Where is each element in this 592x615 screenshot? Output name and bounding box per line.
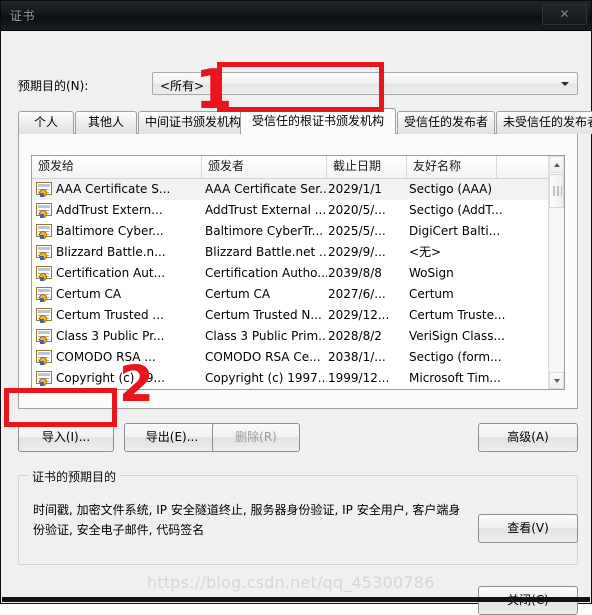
cell-expiry: 2028/8/2 bbox=[328, 329, 382, 343]
certificate-list-body: AAA Certificate S... AAA Certificate Ser… bbox=[32, 179, 549, 389]
cell-issued-by: COMODO RSA Ce... bbox=[205, 350, 321, 364]
tab-untrusted-publishers[interactable]: 未受信任的发布者 bbox=[496, 111, 592, 134]
certificate-icon bbox=[36, 350, 52, 365]
cell-issued-to: Certum Trusted ... bbox=[56, 308, 164, 322]
cell-expiry: 2029/1/1 bbox=[328, 182, 382, 196]
cell-expiry: 1999/12... bbox=[328, 371, 390, 385]
column-header-friendly-name[interactable]: 友好名称 bbox=[407, 156, 497, 178]
cell-issued-to: Certification Aut... bbox=[56, 266, 166, 280]
cell-friendly-name: <无> bbox=[409, 245, 442, 259]
vertical-scrollbar[interactable] bbox=[548, 156, 564, 389]
cell-issued-to: Certum CA bbox=[56, 287, 122, 301]
cell-expiry: 2029/9/... bbox=[328, 245, 386, 259]
remove-button: 删除(R) bbox=[212, 423, 300, 452]
cell-issued-by: AAA Certificate Ser... bbox=[205, 182, 327, 196]
tab-other-people[interactable]: 其他人 bbox=[75, 111, 137, 134]
cell-friendly-name: Sectigo (AddT... bbox=[409, 203, 503, 217]
table-row[interactable]: Certification Aut... Certification Autho… bbox=[32, 263, 549, 284]
import-button[interactable]: 导入(I)... bbox=[18, 423, 114, 452]
cell-friendly-name: Sectigo (form... bbox=[409, 350, 502, 364]
certificate-icon bbox=[36, 329, 52, 344]
cell-expiry: 2020/5/... bbox=[328, 203, 386, 217]
view-button[interactable]: 查看(V) bbox=[478, 514, 578, 543]
cell-issued-by: Class 3 Public Prim... bbox=[205, 329, 327, 343]
tab-strip: 个人 其他人 中间证书颁发机构 受信任的根证书颁发机构 受信任的发布者 未受信任… bbox=[18, 108, 592, 134]
intended-purpose-label: 预期目的(N): bbox=[18, 79, 89, 93]
tab-trusted-publishers[interactable]: 受信任的发布者 bbox=[397, 111, 495, 134]
cell-issued-by: Blizzard Battle.net ... bbox=[205, 245, 327, 259]
tab-personal[interactable]: 个人 bbox=[18, 111, 74, 134]
cell-expiry: 2038/1/... bbox=[328, 350, 386, 364]
certificate-icon bbox=[36, 287, 52, 302]
table-row[interactable]: AAA Certificate S... AAA Certificate Ser… bbox=[32, 179, 549, 200]
cell-issued-by: AddTrust External ... bbox=[205, 203, 327, 217]
table-row[interactable]: Certum Trusted ... Certum Trusted N... 2… bbox=[32, 305, 549, 326]
cell-friendly-name: Sectigo (AAA) bbox=[409, 182, 493, 196]
table-row[interactable]: Certum CA Certum CA 2027/6/... Certum bbox=[32, 284, 549, 305]
tab-trusted-root-ca[interactable]: 受信任的根证书颁发机构 bbox=[240, 108, 396, 134]
scrollbar-thumb[interactable] bbox=[549, 174, 564, 208]
scroll-up-arrow-icon[interactable] bbox=[549, 156, 564, 173]
table-row[interactable]: Copyright (c) 19... Copyright (c) 1997..… bbox=[32, 368, 549, 389]
cell-issued-to: Class 3 Public Pr... bbox=[56, 329, 165, 343]
intended-purpose-value: <所有> bbox=[160, 79, 205, 93]
certificate-icon bbox=[36, 203, 52, 218]
table-row[interactable]: COMODO RSA ... COMODO RSA Ce... 2038/1/.… bbox=[32, 347, 549, 368]
intended-purpose-select[interactable]: <所有> bbox=[152, 72, 578, 95]
cell-issued-by: Baltimore CyberTr... bbox=[205, 224, 324, 238]
certificate-list[interactable]: 颁发给 颁发者 截止日期 友好名称 AAA Certificate S... A… bbox=[31, 155, 565, 390]
cell-friendly-name: VeriSign Class... bbox=[409, 329, 505, 343]
cell-issued-to: Blizzard Battle.n... bbox=[56, 245, 166, 259]
tab-intermediate-ca[interactable]: 中间证书颁发机构 bbox=[138, 111, 248, 134]
table-row[interactable]: Baltimore Cyber... Baltimore CyberTr... … bbox=[32, 221, 549, 242]
cell-issued-to: AddTrust Extern... bbox=[56, 203, 163, 217]
cell-friendly-name: Certum Truste... bbox=[409, 308, 506, 322]
table-row[interactable]: Class 3 Public Pr... Class 3 Public Prim… bbox=[32, 326, 549, 347]
scrollbar-thumb-grip bbox=[553, 186, 562, 196]
certificate-icon bbox=[36, 224, 52, 239]
column-header-expiry-date[interactable]: 截止日期 bbox=[327, 156, 407, 178]
cell-friendly-name: Microsoft Tim... bbox=[409, 371, 501, 385]
cell-issued-to: COMODO RSA ... bbox=[56, 350, 156, 364]
advanced-button[interactable]: 高级(A) bbox=[478, 423, 578, 452]
certificate-icon bbox=[36, 182, 52, 197]
chevron-down-icon bbox=[561, 82, 569, 86]
cell-issued-to: Baltimore Cyber... bbox=[56, 224, 164, 238]
certificates-dialog: 证书 ✕ 预期目的(N): <所有> 个人 其他人 中间证书颁发机构 受信任的根… bbox=[0, 0, 592, 615]
certificate-list-header: 颁发给 颁发者 截止日期 友好名称 bbox=[32, 156, 564, 179]
cell-expiry: 2039/8/8 bbox=[328, 266, 382, 280]
scroll-down-arrow-icon[interactable] bbox=[549, 372, 564, 389]
intended-purposes-group-title: 证书的预期目的 bbox=[28, 468, 121, 485]
title-bar: 证书 ✕ bbox=[1, 1, 591, 31]
column-header-spacer bbox=[497, 156, 549, 178]
table-row[interactable]: AddTrust Extern... AddTrust External ...… bbox=[32, 200, 549, 221]
window-title: 证书 bbox=[10, 9, 36, 23]
cell-expiry: 2025/5/... bbox=[328, 224, 386, 238]
certificate-icon bbox=[36, 308, 52, 323]
window-close-button[interactable]: ✕ bbox=[542, 4, 587, 25]
certificate-icon bbox=[36, 245, 52, 260]
cell-issued-by: Copyright (c) 1997... bbox=[205, 371, 327, 385]
cell-friendly-name: WoSign bbox=[409, 266, 454, 280]
table-row[interactable]: Blizzard Battle.n... Blizzard Battle.net… bbox=[32, 242, 549, 263]
cell-expiry: 2027/6/... bbox=[328, 287, 386, 301]
intended-purposes-description: 时间戳, 加密文件系统, IP 安全隧道终止, 服务器身份验证, IP 安全用户… bbox=[33, 503, 461, 537]
cell-issued-by: Certification Autho... bbox=[205, 266, 327, 280]
cell-issued-to: Copyright (c) 19... bbox=[56, 371, 165, 385]
cell-issued-by: Certum Trusted N... bbox=[205, 308, 322, 322]
cell-friendly-name: DigiCert Balti... bbox=[409, 224, 501, 238]
column-header-issued-to[interactable]: 颁发给 bbox=[32, 156, 202, 178]
cell-issued-to: AAA Certificate S... bbox=[56, 182, 171, 196]
column-header-issued-by[interactable]: 颁发者 bbox=[202, 156, 327, 178]
cell-friendly-name: Certum bbox=[409, 287, 454, 301]
window-bottom-strip bbox=[2, 597, 590, 602]
cell-expiry: 2029/12... bbox=[328, 308, 390, 322]
dialog-client-area: 预期目的(N): <所有> 个人 其他人 中间证书颁发机构 受信任的根证书颁发机… bbox=[2, 31, 592, 615]
cell-issued-by: Certum CA bbox=[205, 287, 271, 301]
certificate-icon bbox=[36, 371, 52, 386]
export-button[interactable]: 导出(E)... bbox=[124, 423, 220, 452]
certificate-icon bbox=[36, 266, 52, 281]
